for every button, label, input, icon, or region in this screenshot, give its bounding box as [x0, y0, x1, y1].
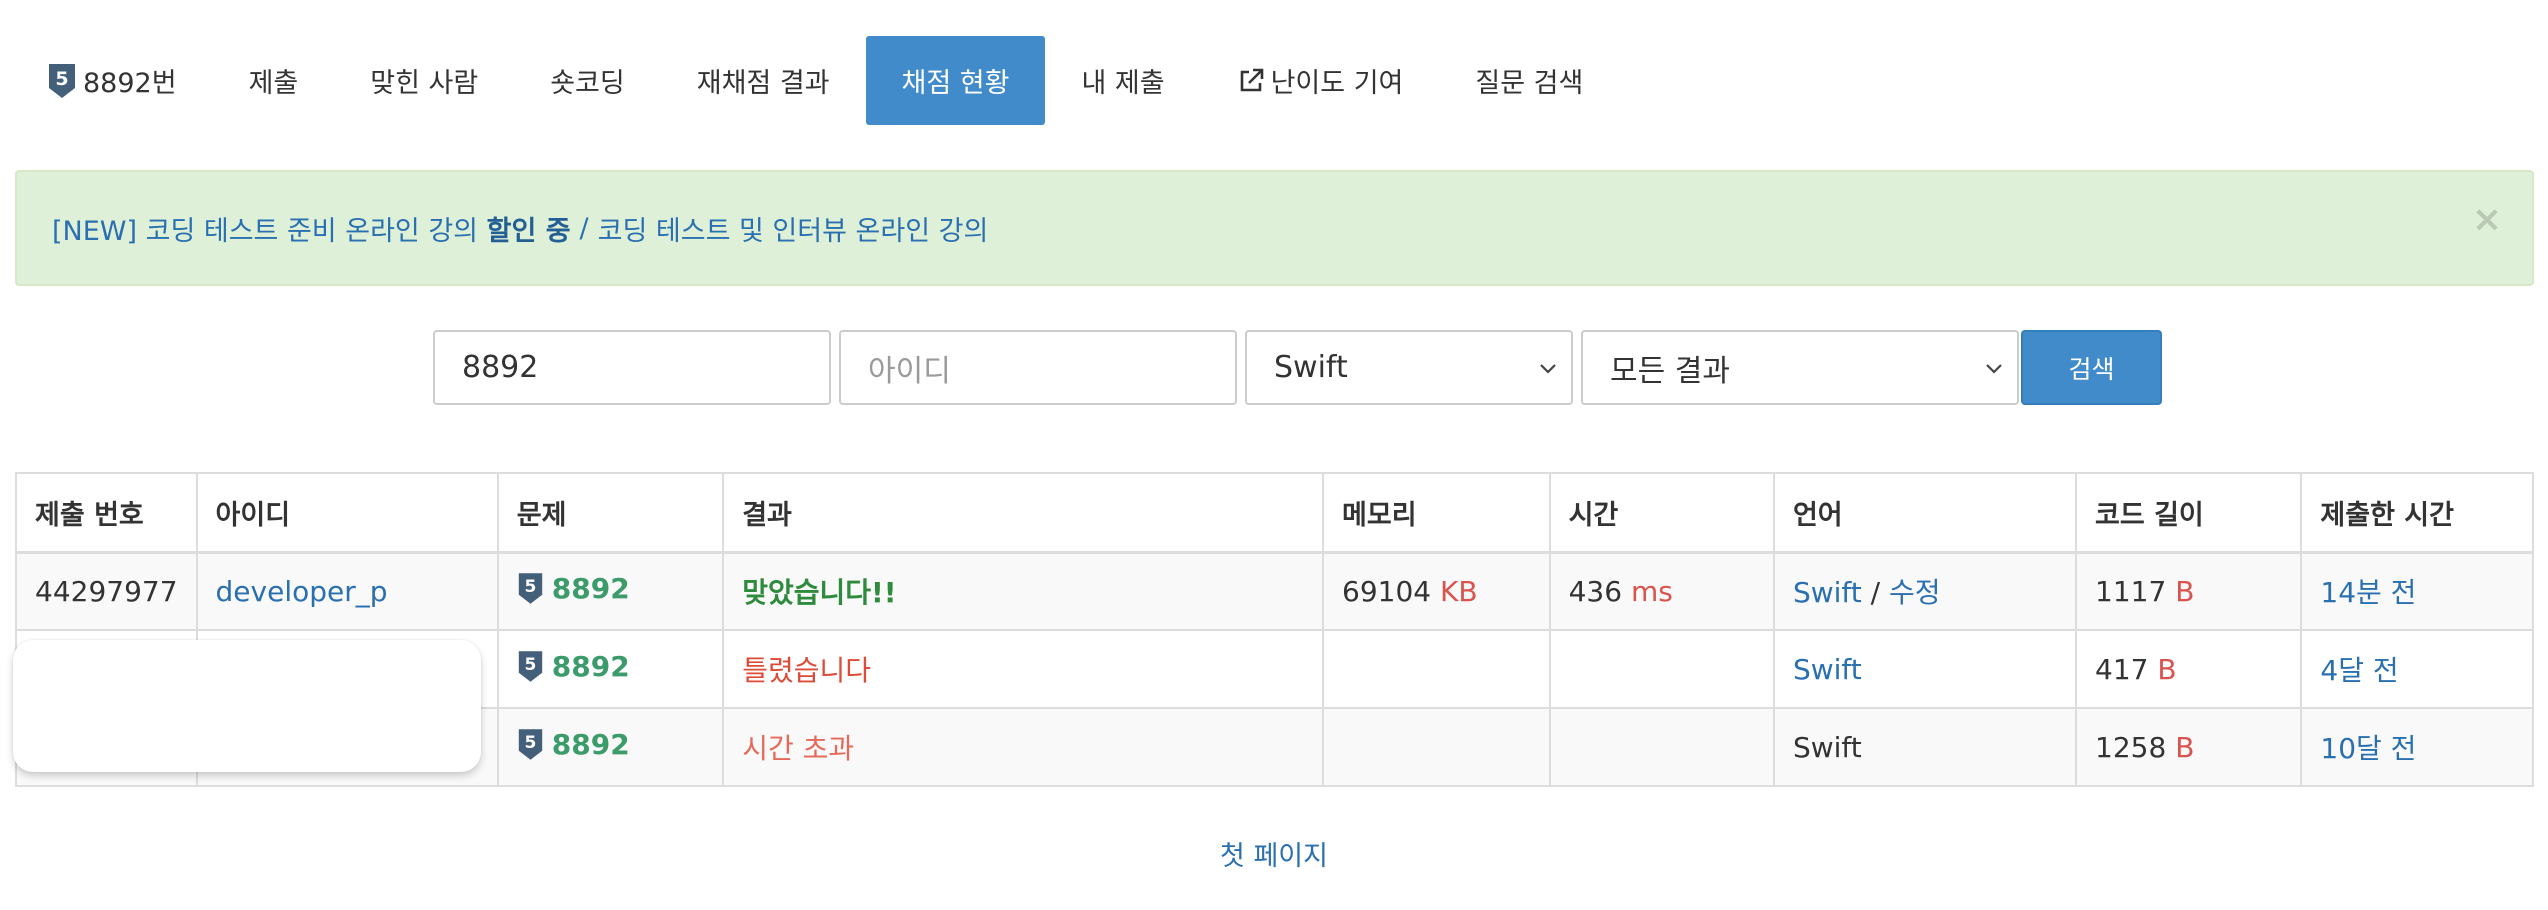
result-cell: 틀렸습니다: [722, 629, 1325, 709]
memory-unit: KB: [1440, 574, 1478, 608]
user-cell: developer_p: [195, 551, 499, 631]
problem-cell: 5 8892: [496, 629, 725, 709]
tier-badge-icon: 5: [49, 63, 75, 98]
header-code-length: 코드 길이: [2075, 472, 2303, 554]
submitted-time-link[interactable]: 4달 전: [2320, 654, 2398, 687]
tier-badge-icon: 5: [518, 650, 542, 682]
problem-cell: 5 8892: [496, 551, 725, 631]
nav-status[interactable]: 채점 현황: [865, 36, 1046, 125]
header-submission-id: 제출 번호: [15, 472, 198, 554]
time-cell: 436 ms: [1548, 551, 1775, 631]
language-cell: Swift: [1772, 707, 2078, 787]
time-cell: [1548, 707, 1775, 787]
result-time-limit: 시간 초과: [742, 732, 855, 765]
nav-rejudge-results[interactable]: 재채점 결과: [661, 36, 866, 125]
nav-my-submissions[interactable]: 내 제출: [1045, 36, 1200, 125]
result-cell: 맞았습니다!!: [722, 551, 1325, 631]
header-language: 언어: [1772, 472, 2078, 554]
pagination: 첫 페이지: [0, 834, 2548, 873]
nav-difficulty-contribution[interactable]: 난이도 기여: [1201, 36, 1440, 125]
svg-text:5: 5: [524, 733, 536, 753]
memory-cell: [1322, 707, 1551, 787]
header-time: 시간: [1548, 472, 1775, 554]
search-button[interactable]: 검색: [2021, 330, 2162, 405]
result-accepted: 맞았습니다!!: [742, 576, 897, 610]
close-icon[interactable]: ×: [2472, 202, 2502, 238]
result-wrong: 틀렸습니다: [742, 654, 872, 687]
problem-menu: 5 8892번 제출 맞힌 사람 숏코딩 재채점 결과 채점 현황 내 제출 난…: [23, 36, 1619, 125]
redaction-card: [13, 640, 481, 772]
code-length-unit: B: [2157, 652, 2177, 686]
language-select-value: Swift: [1274, 350, 1348, 385]
problem-id-input[interactable]: 8892: [433, 330, 831, 405]
promo-alert: [NEW] 코딩 테스트 준비 온라인 강의 할인 중 / 코딩 테스트 및 인…: [15, 170, 2534, 286]
code-length-cell: 1258 B: [2075, 707, 2303, 787]
chevron-down-icon: [1986, 364, 2002, 374]
language-text: Swift: [1792, 730, 1862, 764]
language-link[interactable]: Swift: [1793, 576, 1862, 609]
external-link-icon: [1240, 68, 1263, 91]
nav-short-coding[interactable]: 숏코딩: [514, 36, 661, 125]
header-result: 결과: [722, 472, 1325, 554]
nav-submit[interactable]: 제출: [213, 36, 335, 125]
language-select[interactable]: Swift: [1245, 330, 1573, 405]
nav-difficulty-label: 난이도 기여: [1270, 68, 1404, 99]
problem-link[interactable]: 5 8892: [517, 728, 630, 761]
tier-badge-icon: 5: [518, 572, 542, 604]
svg-text:5: 5: [524, 577, 536, 597]
promo-discount-text: 할인 중: [486, 215, 571, 247]
result-cell: 시간 초과: [722, 707, 1325, 787]
first-page-link[interactable]: 첫 페이지: [1220, 841, 1328, 872]
code-length-unit: B: [2175, 574, 2195, 608]
user-link[interactable]: developer_p: [216, 575, 388, 608]
memory-cell: 69104 KB: [1322, 551, 1551, 631]
nav-question-search[interactable]: 질문 검색: [1439, 36, 1619, 125]
result-select[interactable]: 모든 결과: [1581, 330, 2019, 405]
language-link[interactable]: Swift: [1793, 653, 1862, 686]
problem-link[interactable]: 5 8892: [517, 572, 630, 605]
language-separator: /: [1870, 576, 1881, 610]
header-memory: 메모리: [1322, 472, 1551, 554]
promo-link-course[interactable]: [NEW] 코딩 테스트 준비 온라인 강의 할인 중: [52, 209, 571, 248]
promo-separator: /: [579, 212, 589, 244]
table-row: 44297977 developer_p 5 8892 맞았습니다!! 6910…: [15, 551, 2534, 631]
nav-solvers[interactable]: 맞힌 사람: [334, 36, 514, 125]
header-submitted-time: 제출한 시간: [2300, 472, 2534, 554]
time-cell: [1548, 629, 1775, 709]
problem-cell: 5 8892: [496, 707, 725, 787]
tier-badge-icon: 5: [518, 728, 542, 760]
language-cell: Swift: [1772, 629, 2078, 709]
submitted-time-link[interactable]: 10달 전: [2320, 732, 2416, 765]
submitted-time-cell: 10달 전: [2300, 707, 2534, 787]
time-unit: ms: [1630, 574, 1673, 608]
svg-text:5: 5: [524, 655, 536, 675]
language-cell: Swift / 수정: [1772, 551, 2078, 631]
code-length-unit: B: [2175, 730, 2195, 764]
code-length-cell: 1117 B: [2075, 551, 2303, 631]
submitted-time-link[interactable]: 14분 전: [2320, 576, 2416, 609]
submitted-time-cell: 4달 전: [2300, 629, 2534, 709]
nav-problem-label: 8892번: [83, 68, 177, 99]
nav-problem[interactable]: 5 8892번: [23, 36, 213, 125]
header-user-id: 아이디: [195, 472, 499, 554]
promo-link-interview[interactable]: 코딩 테스트 및 인터뷰 온라인 강의: [598, 209, 989, 248]
submitted-time-cell: 14분 전: [2300, 551, 2534, 631]
user-id-input[interactable]: 아이디: [839, 330, 1237, 405]
svg-text:5: 5: [55, 68, 68, 90]
result-select-value: 모든 결과: [1610, 353, 1730, 389]
submission-id: 44297977: [15, 551, 198, 631]
header-problem: 문제: [496, 472, 725, 554]
table-header-row: 제출 번호 아이디 문제 결과 메모리 시간 언어 코드 길이 제출한 시간: [15, 472, 2534, 554]
edit-link[interactable]: 수정: [1889, 576, 1941, 609]
code-length-cell: 417 B: [2075, 629, 2303, 709]
memory-cell: [1322, 629, 1551, 709]
chevron-down-icon: [1540, 364, 1556, 374]
problem-link[interactable]: 5 8892: [517, 650, 630, 683]
